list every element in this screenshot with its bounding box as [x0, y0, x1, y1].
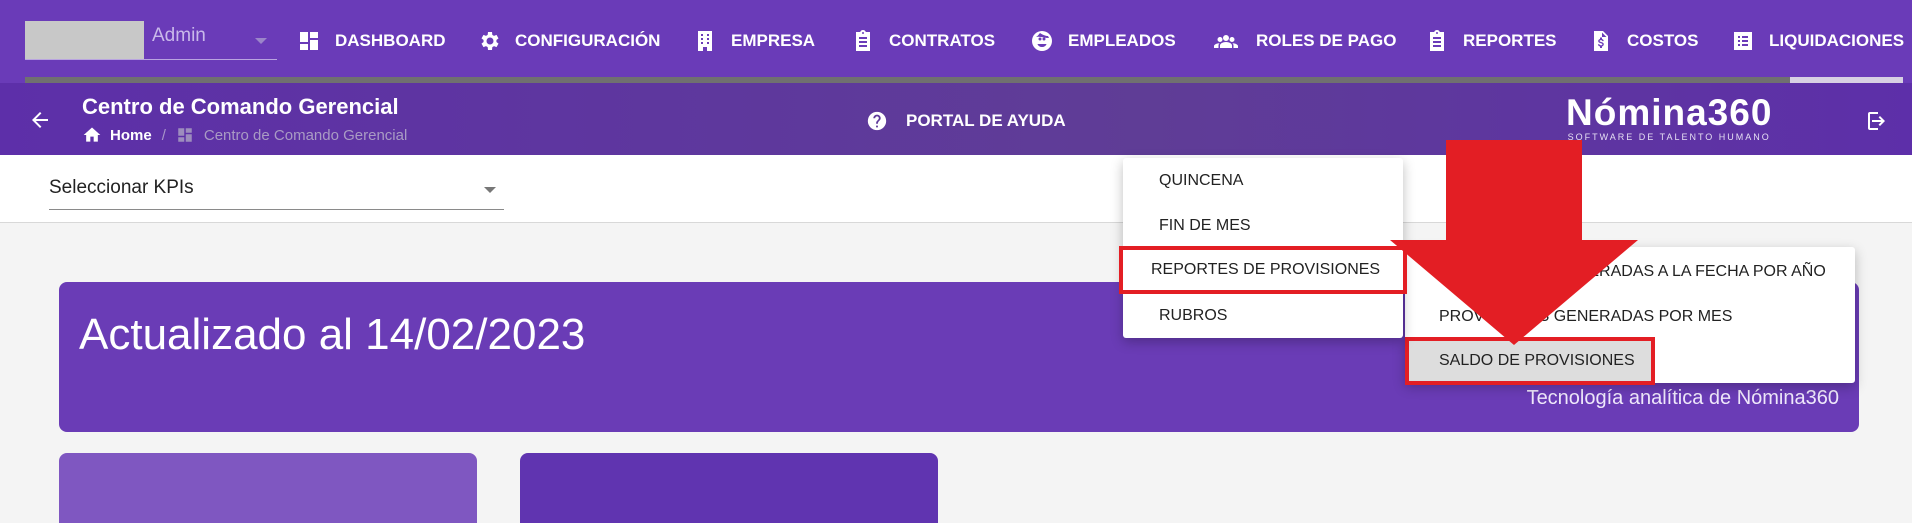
help-circle-icon: [867, 111, 887, 131]
dollar-file-icon: [1594, 31, 1608, 51]
breadcrumb-home-link[interactable]: Home: [110, 127, 152, 144]
nav-item-roles-de-pago[interactable]: ROLES DE PAGO: [1210, 24, 1396, 58]
nav-item-empresa[interactable]: EMPRESA: [693, 24, 815, 58]
kpi-card: [520, 453, 938, 523]
nav-item-empleados[interactable]: EMPLEADOS: [1030, 24, 1176, 58]
face-icon: [1032, 31, 1052, 51]
people-icon: [1214, 35, 1238, 48]
banner-subtitle: Tecnología analítica de Nómina360: [1526, 387, 1839, 409]
dashboard-icon: [178, 128, 192, 142]
red-arrow-annotation-icon: [1390, 140, 1638, 345]
kpi-select-label: Seleccionar KPIs: [49, 177, 194, 198]
building-icon: [698, 31, 712, 51]
kpi-card: [59, 453, 477, 523]
nav-item-label: CONTRATOS: [889, 31, 996, 50]
nav-item-label: COSTOS: [1627, 31, 1699, 50]
user-name: Admin: [152, 25, 206, 46]
help-portal-label: PORTAL DE AYUDA: [906, 111, 1066, 130]
nav-item-liquidaciones[interactable]: LIQUIDACIONES: [1731, 24, 1904, 58]
chevron-down-icon: [484, 187, 496, 193]
avatar: [25, 21, 144, 59]
top-navigation-bar: Admin DASHBOARD CONFIGURACIÓN EMPRESA CO…: [0, 0, 1912, 83]
home-icon: [83, 127, 101, 142]
kpi-select[interactable]: Seleccionar KPIs: [49, 177, 504, 210]
nav-item-costos[interactable]: COSTOS: [1589, 24, 1698, 58]
brand-name: Nómina360: [1566, 92, 1773, 133]
nav-item-contratos[interactable]: CONTRATOS: [851, 24, 995, 58]
breadcrumb-separator: /: [161, 126, 166, 144]
gear-icon: [481, 32, 499, 50]
nav-item-dashboard[interactable]: DASHBOARD: [297, 24, 446, 58]
list-icon: [1734, 32, 1752, 50]
breadcrumb: Home / Centro de Comando Gerencial: [82, 125, 407, 145]
menu-item-reportes-de-provisiones[interactable]: REPORTES DE PROVISIONES: [1119, 246, 1407, 294]
nav-item-label: ROLES DE PAGO: [1256, 31, 1397, 50]
clipboard-icon: [856, 30, 870, 51]
clipboard-icon: [1430, 30, 1444, 51]
nav-item-label: EMPLEADOS: [1068, 31, 1176, 50]
dashboard-icon: [300, 32, 318, 50]
page-title: Centro de Comando Gerencial: [82, 94, 399, 119]
menu-item-rubros[interactable]: RUBROS: [1159, 307, 1227, 325]
nav-item-label: LIQUIDACIONES: [1769, 31, 1905, 50]
nav-item-configuracion[interactable]: CONFIGURACIÓN: [477, 24, 660, 58]
logout-icon[interactable]: [1866, 109, 1890, 133]
nav-item-label: DASHBOARD: [335, 31, 446, 50]
menu-item-fin-de-mes[interactable]: FIN DE MES: [1159, 217, 1251, 235]
chevron-down-icon: [255, 38, 267, 44]
user-selector[interactable]: Admin: [25, 21, 277, 60]
help-portal-link[interactable]: PORTAL DE AYUDA: [866, 110, 1066, 132]
nav-item-label: REPORTES: [1463, 31, 1557, 50]
nav-item-reportes[interactable]: REPORTES: [1425, 24, 1557, 58]
menu-item-quincena[interactable]: QUINCENA: [1159, 172, 1243, 190]
nav-item-label: CONFIGURACIÓN: [515, 31, 661, 50]
reports-dropdown-menu: QUINCENA FIN DE MES REPORTES DE PROVISIO…: [1119, 158, 1407, 338]
brand-logo: Nómina360 SOFTWARE DE TALENTO HUMANO: [1566, 92, 1773, 143]
banner-title: Actualizado al 14/02/2023: [79, 310, 586, 359]
back-arrow-icon[interactable]: [28, 108, 52, 132]
breadcrumb-current: Centro de Comando Gerencial: [203, 126, 408, 144]
nav-item-label: EMPRESA: [731, 31, 816, 50]
